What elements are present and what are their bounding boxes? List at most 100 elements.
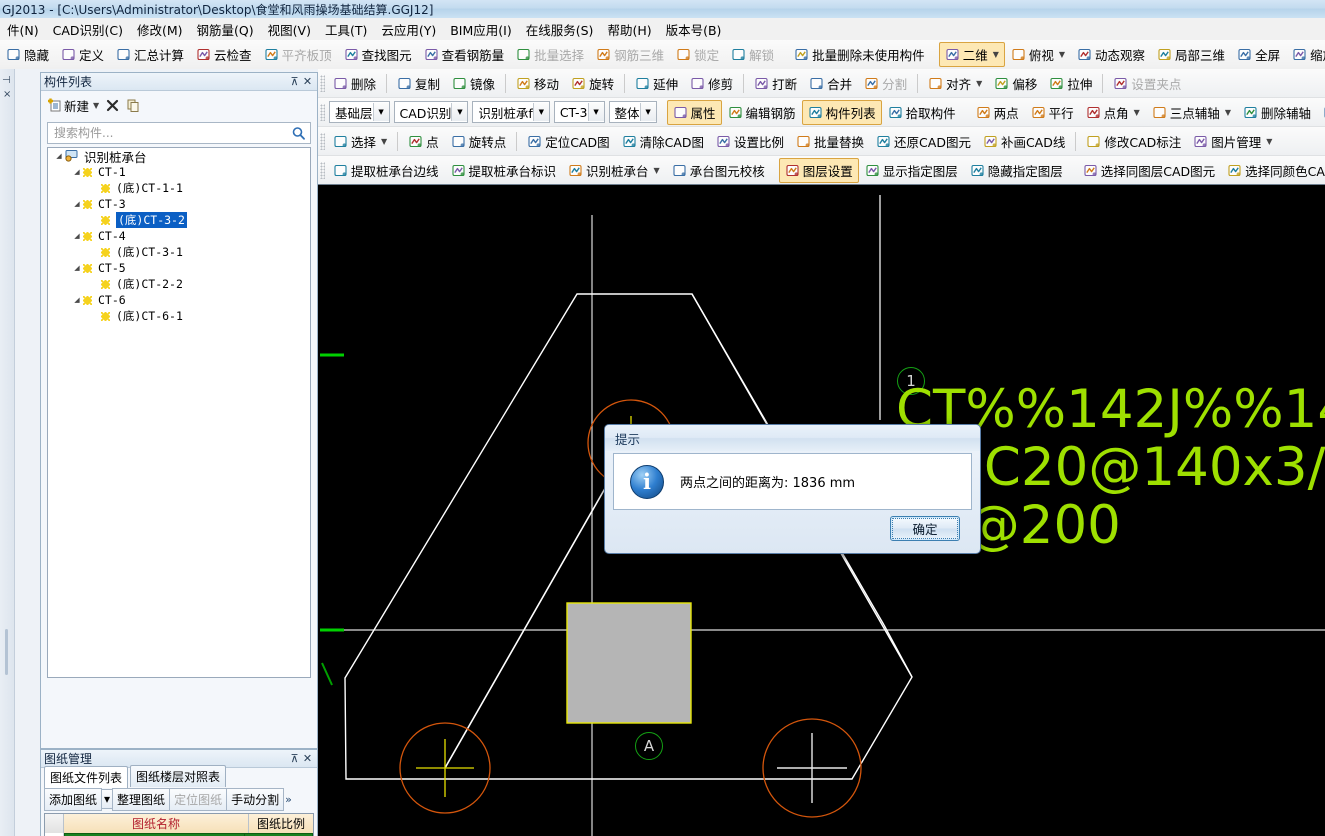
cad-button-还原CAD图元[interactable]: 还原CAD图元 [870, 129, 977, 154]
cad-button-构件列表[interactable]: 构件列表 [801, 99, 882, 125]
cad-button-图片管理[interactable]: 图片管理 ▼ [1187, 129, 1278, 154]
collapsed-panel-handle[interactable] [5, 629, 8, 675]
cad-button-合并[interactable]: 合并 [803, 71, 858, 96]
cad-button-点角[interactable]: 点角 ▼ [1080, 100, 1146, 125]
cad-button-定位CAD图[interactable]: 定位CAD图 [521, 129, 615, 154]
toolbar-button-全屏[interactable]: 全屏 [1231, 42, 1286, 67]
cad-button-承台图元校核[interactable]: 承台图元校核 [666, 158, 771, 183]
cad-button-打断[interactable]: 打断 [748, 71, 803, 96]
cad-button-尺[interactable]: 尺 [1317, 100, 1325, 125]
toolbar-button-隐藏[interactable]: 隐藏 [0, 42, 55, 67]
pin-icon[interactable]: ⊼ [288, 752, 301, 765]
menu-item-5[interactable]: 工具(T) [318, 18, 374, 41]
menu-item-0[interactable]: 件(N) [0, 18, 46, 41]
cad-button-识别桩承台[interactable]: 识别桩承台 ▼ [562, 158, 666, 183]
drawing-button-整理图纸[interactable]: 整理图纸 [112, 787, 171, 811]
cad-button-选择同图层CAD图元[interactable]: 选择同图层CAD图元 [1077, 158, 1221, 183]
cad-button-设置比例[interactable]: 设置比例 [710, 129, 790, 154]
cad-button-修剪[interactable]: 修剪 [684, 71, 739, 96]
cad-button-选择同颜色CAD图元[interactable]: 选择同颜色CAD图元 [1221, 158, 1325, 183]
cad-button-图层设置[interactable]: 图层设置 [778, 157, 859, 183]
chevron-down-icon[interactable]: ▼ [372, 103, 389, 121]
cad-button-拾取构件[interactable]: 拾取构件 [882, 100, 962, 125]
tree-item-(底)CT-1-1[interactable]: (底)CT-1-1 [48, 180, 310, 196]
component-tree[interactable]: ◢ 识别桩承台 ◢ CT-1 (底)CT-1-1 ◢ CT-3 (底)CT-3-2 ◢ CT-4(… [47, 147, 311, 678]
tree-item-(底)CT-6-1[interactable]: (底)CT-6-1 [48, 308, 310, 324]
toolbar-button-缩放[interactable]: 缩放▼ [1286, 42, 1325, 67]
pin-icon[interactable]: ⊣ [2, 75, 11, 86]
expand-toggle-icon[interactable]: ◢ [72, 232, 82, 240]
menu-item-6[interactable]: 云应用(Y) [374, 18, 443, 41]
cad-button-对齐[interactable]: 对齐 ▼ [922, 71, 988, 96]
cad-button-提取桩承台边线[interactable]: 提取桩承台边线 [327, 158, 445, 183]
chevron-down-icon[interactable]: ▼ [451, 103, 468, 121]
cad-button-提取桩承台标识[interactable]: 提取桩承台标识 [445, 158, 563, 183]
cad-button-隐藏指定图层[interactable]: 隐藏指定图层 [964, 158, 1069, 183]
drawing-button-手动分割[interactable]: 手动分割 [226, 787, 285, 811]
delete-x-icon[interactable] [105, 98, 120, 113]
menu-item-8[interactable]: 在线服务(S) [519, 18, 601, 41]
cad-button-旋转[interactable]: 旋转 [565, 71, 620, 96]
toolbar-grip[interactable] [320, 161, 325, 179]
chevron-down-icon[interactable]: ▼ [532, 103, 549, 121]
toolbar-button-查看钢筋量[interactable]: 查看钢筋量 [418, 42, 511, 67]
combo-whole[interactable]: 整体 ▼ [608, 101, 657, 123]
tree-item-CT-6[interactable]: ◢ CT-6 [48, 292, 310, 308]
confirm-button[interactable]: 确定 [890, 515, 960, 541]
cad-button-编辑钢筋[interactable]: 编辑钢筋 [722, 100, 802, 125]
search-input[interactable] [52, 125, 291, 141]
menu-item-3[interactable]: 钢筋量(Q) [190, 18, 261, 41]
menu-item-9[interactable]: 帮助(H) [600, 18, 658, 41]
chevron-down-icon[interactable]: ▼ [1225, 108, 1231, 117]
cad-button-显示指定图层[interactable]: 显示指定图层 [859, 158, 964, 183]
cad-button-点[interactable]: 点 [402, 129, 445, 154]
toolbar-button-定义[interactable]: 定义 [55, 42, 110, 67]
expand-toggle-icon[interactable]: ◢ [72, 200, 82, 208]
cad-button-两点[interactable]: 两点 [970, 100, 1025, 125]
drawing-tab-0[interactable]: 图纸文件列表 [44, 766, 129, 788]
cad-button-属性[interactable]: 属性 [666, 99, 722, 125]
expand-toggle-icon[interactable]: ◢ [72, 296, 82, 304]
search-icon[interactable] [291, 126, 306, 141]
chevron-down-icon[interactable]: ▼ [381, 137, 387, 146]
cad-button-修改CAD标注[interactable]: 修改CAD标注 [1080, 129, 1187, 154]
toolbar-grip[interactable] [320, 132, 325, 150]
expand-toggle-icon[interactable]: ◢ [72, 168, 82, 176]
tree-item-识别桩承台[interactable]: ◢ 识别桩承台 [48, 148, 310, 165]
toolbar-button-二维[interactable]: 二维 ▼ [938, 42, 1005, 67]
combo-layer[interactable]: 基础层 ▼ [329, 101, 390, 123]
tree-item-CT-3[interactable]: ◢ CT-3 [48, 196, 310, 212]
expand-toggle-icon[interactable]: ◢ [72, 264, 82, 272]
chevron-down-icon[interactable]: ▼ [976, 79, 982, 88]
cad-button-选择[interactable]: 选择 ▼ [327, 129, 393, 154]
menu-item-2[interactable]: 修改(M) [130, 18, 190, 41]
copy-icon[interactable] [126, 98, 141, 113]
chevron-down-icon[interactable]: ▼ [639, 103, 656, 121]
toolbar-button-动态观察[interactable]: 动态观察 [1071, 42, 1151, 67]
toolbar-button-云检查[interactable]: 云检查 [190, 42, 258, 67]
toolbar-grip[interactable] [320, 103, 325, 121]
search-component-box[interactable] [47, 122, 311, 144]
tree-item-CT-5[interactable]: ◢ CT-5 [48, 260, 310, 276]
cad-button-删除[interactable]: 删除 [327, 71, 382, 96]
cad-button-延伸[interactable]: 延伸 [629, 71, 684, 96]
chevron-down-icon[interactable]: ▼ [654, 166, 660, 175]
toolbar-button-批量删除未使用构件[interactable]: 批量删除未使用构件 [788, 42, 931, 67]
cad-button-平行[interactable]: 平行 [1025, 100, 1080, 125]
new-component-button[interactable]: 新建 ▼ [47, 96, 99, 115]
menu-item-4[interactable]: 视图(V) [261, 18, 318, 41]
toolbar-button-查找图元[interactable]: 查找图元 [338, 42, 418, 67]
cad-button-旋转点[interactable]: 旋转点 [445, 129, 513, 154]
tree-item-CT-4[interactable]: ◢ CT-4 [48, 228, 310, 244]
drawing-tab-1[interactable]: 图纸楼层对照表 [130, 765, 227, 787]
cad-button-补画CAD线[interactable]: 补画CAD线 [977, 129, 1071, 154]
tree-item-(底)CT-2-2[interactable]: (底)CT-2-2 [48, 276, 310, 292]
cad-button-复制[interactable]: 复制 [391, 71, 446, 96]
cad-button-镜像[interactable]: 镜像 [446, 71, 501, 96]
toolbar-button-汇总计算[interactable]: 汇总计算 [110, 42, 190, 67]
chevron-down-icon[interactable]: ▼ [1266, 137, 1272, 146]
drawing-button-添加图纸[interactable]: 添加图纸 [44, 787, 103, 811]
toolbar-grip[interactable] [320, 74, 325, 92]
tree-item-(底)CT-3-1[interactable]: (底)CT-3-1 [48, 244, 310, 260]
close-icon[interactable]: × [3, 89, 11, 100]
